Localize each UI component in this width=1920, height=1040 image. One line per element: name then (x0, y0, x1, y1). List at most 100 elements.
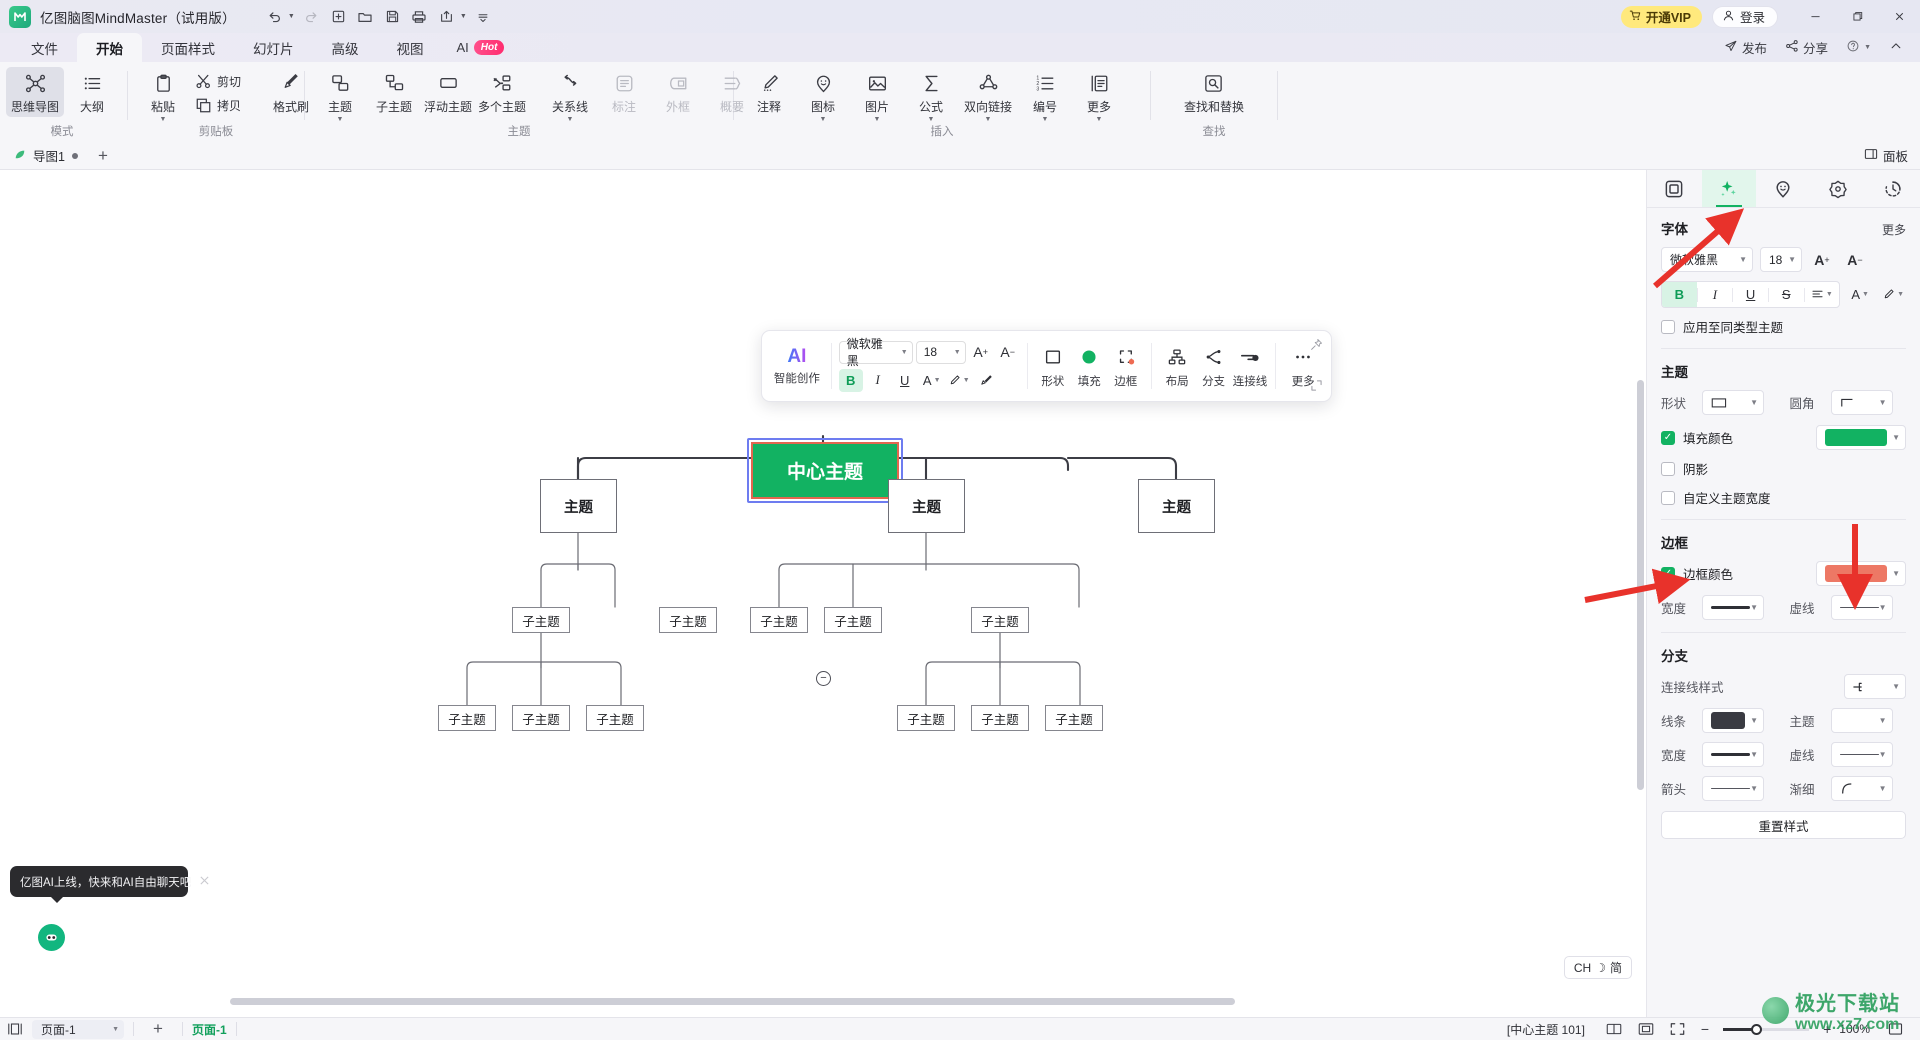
shape-button[interactable]: 形状 (1035, 337, 1071, 395)
font-size-select[interactable]: 18 ▼ (915, 340, 966, 364)
pin-icon[interactable] (1310, 338, 1323, 354)
font-family-select[interactable]: 微软雅黑 ▼ (838, 337, 913, 368)
subtopic-node[interactable]: 子主题 (512, 607, 570, 633)
branch-button[interactable]: 分支 (1195, 337, 1231, 395)
italic-button[interactable]: I (1698, 282, 1733, 307)
subtopic-node[interactable]: 子主题 (586, 705, 644, 731)
font-more-link[interactable]: 更多 (1882, 221, 1906, 238)
ribbon-copy-button[interactable]: 拷贝 (191, 94, 263, 117)
topic-node[interactable]: 主题 (540, 479, 617, 533)
branch-arrow-select[interactable]: ▼ (1702, 776, 1764, 801)
subtopic-node[interactable]: 子主题 (659, 607, 717, 633)
shadow-row[interactable]: 阴影 (1661, 459, 1906, 478)
tab-theme[interactable] (1811, 170, 1866, 207)
increase-font-size-button[interactable]: A + (969, 341, 993, 364)
custom-width-row[interactable]: 自定义主题宽度 (1661, 488, 1906, 507)
export-dropdown-caret[interactable]: ▼ (458, 13, 469, 20)
tab-view[interactable]: 视图 (378, 33, 443, 62)
tab-style[interactable] (1701, 170, 1757, 207)
bold-button[interactable]: B (838, 368, 863, 392)
login-button[interactable]: 登录 (1711, 5, 1778, 28)
fill-button[interactable]: 填充 (1071, 337, 1107, 395)
customize-toolbar-button[interactable] (471, 5, 496, 29)
add-page-button[interactable]: + (143, 1019, 173, 1039)
page-select[interactable]: 页面-1 ▼ (32, 1019, 124, 1039)
italic-button[interactable]: I (866, 369, 890, 392)
ribbon-find-replace-button[interactable]: 查找和替换 (1179, 67, 1249, 117)
resize-icon[interactable] (1311, 380, 1322, 394)
branch-line-color-select[interactable]: ▼ (1702, 708, 1764, 733)
new-file-button[interactable] (326, 5, 351, 29)
layout-button[interactable]: 布局 (1159, 337, 1195, 395)
ribbon-bidirectional-link-button[interactable]: 双向链接 ▼ (959, 67, 1017, 125)
tab-ai[interactable]: AI Hot (443, 33, 519, 62)
ribbon-sticker-button[interactable]: 图标 ▼ (797, 67, 849, 125)
publish-button[interactable]: 发布 (1717, 37, 1774, 59)
canvas-vertical-scrollbar[interactable] (1637, 380, 1644, 790)
tab-history[interactable] (1865, 170, 1920, 207)
fullscreen-button[interactable] (1663, 1022, 1693, 1036)
decrease-font-size-button[interactable]: A − (1842, 247, 1868, 272)
ribbon-formula-button[interactable]: 公式 ▼ (905, 67, 957, 125)
undo-dropdown-caret[interactable]: ▼ (286, 13, 297, 20)
zoom-slider[interactable] (1723, 1023, 1810, 1035)
font-color-button[interactable]: A ▼ (920, 369, 944, 392)
export-share-button[interactable] (434, 5, 459, 29)
add-document-tab-button[interactable]: + (88, 146, 118, 166)
two-page-view-button[interactable] (1599, 1022, 1629, 1036)
fill-color-toggle[interactable]: ✓ 填充颜色 (1661, 428, 1733, 447)
branch-dash-select[interactable]: ▼ (1830, 742, 1893, 767)
ribbon-relationship-line-button[interactable]: 关系线 ▼ (544, 67, 596, 125)
branch-topic-select[interactable]: ▼ (1830, 708, 1893, 733)
ribbon-comment-button[interactable]: 注释 (743, 67, 795, 117)
more-insert-dropdown-caret[interactable]: ▼ (1096, 116, 1103, 123)
shadow-checkbox[interactable] (1661, 461, 1675, 476)
tab-page-style[interactable]: 页面样式 (142, 33, 234, 62)
ribbon-cut-button[interactable]: 剪切 (191, 70, 263, 93)
tab-slideshow[interactable]: 幻灯片 (234, 33, 313, 62)
increase-font-size-button[interactable]: A + (1809, 247, 1835, 272)
tab-sticker[interactable] (1756, 170, 1811, 207)
topic-node[interactable]: 主题 (888, 479, 965, 533)
ribbon-image-button[interactable]: 图片 ▼ (851, 67, 903, 125)
shape-select[interactable]: ▼ (1702, 390, 1764, 415)
subtopic-node[interactable]: 子主题 (897, 705, 955, 731)
ribbon-callout-button[interactable]: 标注 (598, 67, 650, 117)
topic-node[interactable]: 主题 (1138, 479, 1215, 533)
custom-width-checkbox[interactable] (1661, 490, 1675, 505)
subtopic-node[interactable]: 子主题 (750, 607, 808, 633)
underline-button[interactable]: U (893, 369, 917, 392)
subtopic-node[interactable]: 子主题 (824, 607, 882, 633)
tab-advanced[interactable]: 高级 (313, 33, 378, 62)
tab-home[interactable]: 开始 (77, 33, 142, 62)
tab-file[interactable]: 文件 (12, 33, 77, 62)
font-size-select[interactable]: 18 ▼ (1760, 247, 1802, 272)
document-tab[interactable]: 导图1 (0, 142, 88, 170)
undo-button[interactable] (262, 5, 287, 29)
bold-button[interactable]: B (1662, 282, 1697, 307)
subtopic-node[interactable]: 子主题 (512, 705, 570, 731)
save-file-button[interactable] (380, 5, 405, 29)
underline-button[interactable]: U (1733, 282, 1768, 307)
ribbon-more-insert-button[interactable]: 更多 ▼ (1073, 67, 1125, 125)
relationship-line-dropdown-caret[interactable]: ▼ (567, 116, 574, 123)
print-button[interactable] (407, 5, 432, 29)
ribbon-multi-topic-button[interactable]: 多个主题 (476, 67, 528, 117)
ribbon-numbering-button[interactable]: 123 编号 ▼ (1019, 67, 1071, 125)
zoom-out-button[interactable]: − (1701, 1021, 1709, 1037)
decrease-font-size-button[interactable]: A − (996, 341, 1020, 364)
upgrade-vip-button[interactable]: 开通VIP (1620, 5, 1702, 28)
numbering-dropdown-caret[interactable]: ▼ (1042, 116, 1049, 123)
panel-toggle-button[interactable]: 面板 (1864, 146, 1920, 165)
ribbon-floating-topic-button[interactable]: 浮动主题 (422, 67, 474, 117)
ai-bot-button[interactable] (38, 924, 65, 951)
fill-color-checkbox[interactable]: ✓ (1661, 430, 1675, 445)
font-color-button[interactable]: A ▼ (1847, 282, 1873, 307)
fill-color-swatch-select[interactable]: ▼ (1816, 425, 1906, 450)
ribbon-paste-button[interactable]: 粘贴 ▼ (137, 67, 189, 125)
border-dash-select[interactable]: ▼ (1830, 595, 1893, 620)
corner-select[interactable]: ▼ (1830, 390, 1893, 415)
text-align-button[interactable]: ▼ (1805, 282, 1840, 307)
image-dropdown-caret[interactable]: ▼ (874, 116, 881, 123)
clear-format-button[interactable] (974, 369, 998, 392)
